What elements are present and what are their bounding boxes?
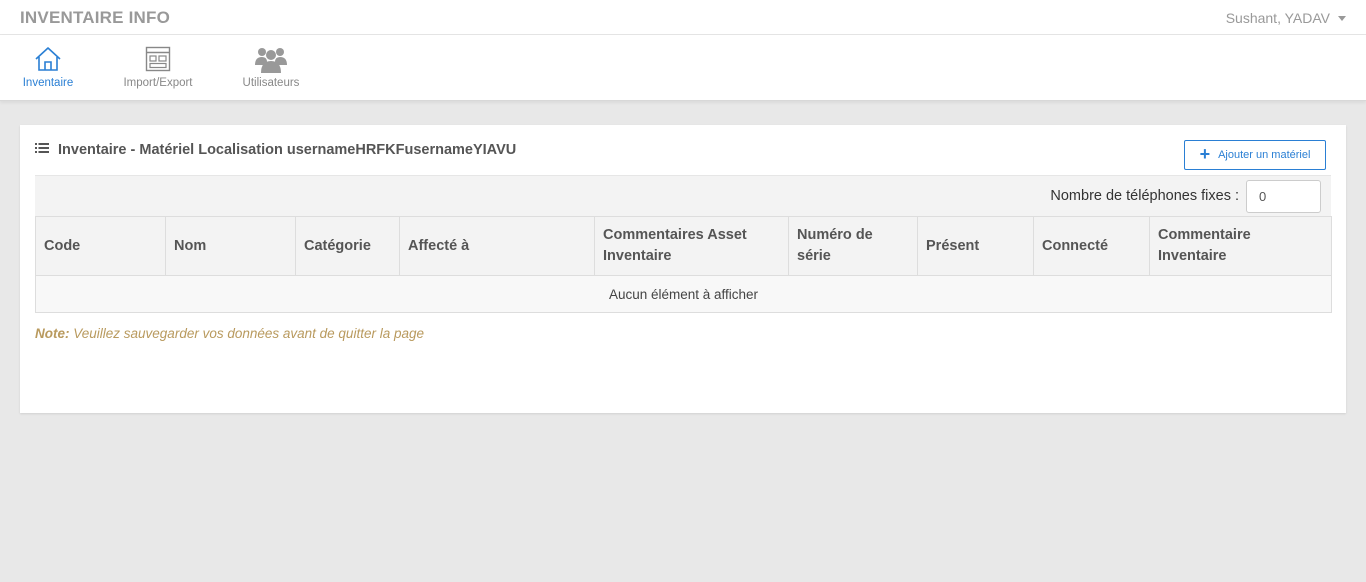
nav-item-import-export[interactable]: Import/Export <box>118 35 198 101</box>
fixed-phones-label: Nombre de téléphones fixes : <box>1050 188 1239 204</box>
panel-header: Inventaire - Matériel Localisation usern… <box>35 141 516 159</box>
column-header-numero-serie[interactable]: Numéro de série <box>788 216 918 276</box>
nav-label-utilisateurs: Utilisateurs <box>242 77 300 89</box>
app-title: INVENTAIRE INFO <box>20 8 171 27</box>
column-header-code[interactable]: Code <box>35 216 166 276</box>
nav-item-utilisateurs[interactable]: Utilisateurs <box>238 35 304 101</box>
inventory-table: Code Nom Catégorie Affecté à Commentaire… <box>35 216 1332 313</box>
note-text: Veuillez sauvegarder vos données avant d… <box>69 326 424 341</box>
column-header-affecte[interactable]: Affecté à <box>399 216 595 276</box>
column-header-nom[interactable]: Nom <box>165 216 296 276</box>
filter-bar: Nombre de téléphones fixes : <box>35 175 1331 216</box>
column-header-present[interactable]: Présent <box>917 216 1034 276</box>
add-material-button[interactable]: + Ajouter un matériel <box>1184 140 1326 170</box>
import-export-icon <box>145 44 171 74</box>
column-header-connecte[interactable]: Connecté <box>1033 216 1150 276</box>
nav-item-inventaire[interactable]: Inventaire <box>20 35 76 101</box>
column-header-commentaires-asset[interactable]: Commentaires Asset Inventaire <box>594 216 789 276</box>
inventory-panel: Inventaire - Matériel Localisation usern… <box>20 125 1346 413</box>
column-header-categorie[interactable]: Catégorie <box>295 216 400 276</box>
nav-label-inventaire: Inventaire <box>22 77 74 89</box>
table-header-row: Code Nom Catégorie Affecté à Commentaire… <box>35 216 1332 276</box>
top-bar: INVENTAIRE INFO Sushant, YADAV <box>0 0 1366 35</box>
empty-message: Aucun élément à afficher <box>35 275 1332 313</box>
panel-title: Inventaire - Matériel Localisation usern… <box>58 142 517 158</box>
main-nav: Inventaire Import/Export Utilisateurs <box>0 35 1366 101</box>
user-name: Sushant, YADAV <box>1225 10 1330 26</box>
fixed-phones-input[interactable] <box>1246 180 1321 213</box>
users-icon <box>255 44 287 74</box>
column-header-commentaire-inventaire[interactable]: Commentaire Inventaire <box>1149 216 1332 276</box>
plus-icon: + <box>1199 144 1211 164</box>
list-icon <box>35 141 49 159</box>
table-row-empty: Aucun élément à afficher <box>35 275 1332 313</box>
home-icon <box>34 44 62 74</box>
nav-label-import-export: Import/Export <box>123 77 193 89</box>
caret-down-icon <box>1338 15 1346 21</box>
note-label: Note: <box>35 326 70 341</box>
save-note: Note: Veuillez sauvegarder vos données a… <box>35 326 424 341</box>
add-material-label: Ajouter un matériel <box>1218 149 1311 161</box>
user-menu[interactable]: Sushant, YADAV <box>1226 10 1346 26</box>
